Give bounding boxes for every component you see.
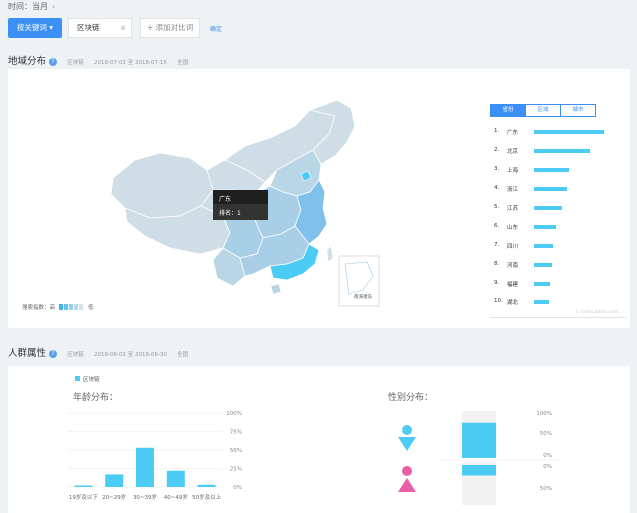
chevron-right-icon: › [52, 2, 56, 11]
legend-swatch [59, 304, 64, 310]
x-tick-label: 50岁及以上 [192, 493, 221, 501]
keyword-mode-button[interactable]: 按关键词 ▾ [8, 18, 62, 38]
legend-high: 高 [49, 305, 56, 311]
bar [74, 485, 93, 487]
legend-swatch [64, 304, 69, 310]
confirm-link[interactable]: 确定 [210, 24, 222, 33]
bar [197, 484, 216, 487]
tab-area[interactable]: 区域 [526, 104, 561, 117]
ranking-bar [534, 244, 553, 248]
gender-chart: 100% 50% 0% 0% 50% [440, 411, 560, 505]
y-tick-label: 0% [233, 485, 242, 491]
age-title: 年龄分布： [73, 393, 119, 403]
caret-down-icon: ▾ [46, 23, 54, 32]
male-bar [462, 422, 496, 458]
ranking-bar [534, 187, 567, 191]
region-header: 地域分布? 区块链 2018-07-01 至 2018-07-15 全国 [8, 53, 188, 67]
bar [105, 474, 124, 487]
series-legend-label: 区块链 [83, 377, 100, 383]
x-tick-label: 20~29岁 [102, 493, 126, 501]
bar [136, 447, 154, 487]
ranking-bar [534, 225, 556, 229]
map-region-hainan [270, 283, 282, 295]
help-icon[interactable]: ? [49, 58, 58, 66]
crowd-header: 人群属性? 区块链 2018-06-01 至 2018-06-30 全国 [8, 345, 188, 359]
watermark: © index.baidu.com [575, 310, 619, 315]
crowd-scope: 全国 [177, 352, 189, 358]
y-tick-label: 25% [230, 467, 242, 473]
x-tick-label: 30~39岁 [133, 493, 157, 501]
tab-province[interactable]: 省份 [490, 104, 526, 117]
add-compare-button[interactable]: + 添加对比词 [140, 18, 200, 38]
x-tick-label: 40~49岁 [164, 493, 188, 501]
tooltip-rank-value: 1 [237, 210, 241, 217]
legend-swatch [75, 376, 80, 381]
time-filter[interactable]: 时间：当月 › [8, 1, 55, 12]
region-date-range: 2018-07-01 至 2018-07-15 [94, 60, 167, 66]
gender-title: 性别分布： [388, 393, 434, 403]
ranking-bar [534, 263, 553, 267]
ranking-bar [534, 149, 590, 153]
ranking-bar [534, 206, 562, 210]
clear-icon[interactable]: ⊗ [120, 19, 126, 37]
legend-swatch [74, 304, 79, 310]
male-tick: 100% [536, 411, 552, 417]
crowd-keyword: 区块链 [67, 352, 84, 358]
region-tabs: 省份 区域 城市 [490, 104, 596, 117]
region-title: 地域分布 [8, 56, 47, 67]
crowd-date-range: 2018-06-01 至 2018-06-30 [94, 352, 167, 358]
time-filter-label: 时间：当月 [8, 2, 48, 11]
map-region-taiwan [326, 245, 334, 263]
tooltip-rank: 排名：1 [213, 204, 268, 220]
y-tick-label: 50% [230, 448, 242, 454]
region-keyword: 区块链 [67, 60, 84, 66]
help-icon[interactable]: ? [49, 350, 58, 358]
female-bar [462, 465, 496, 476]
male-tick: 50% [540, 431, 552, 437]
y-tick-label: 100% [226, 411, 242, 417]
south-sea-label: 南海诸岛 [354, 293, 372, 300]
y-tick-label: 75% [230, 430, 242, 436]
keyword-mode-label: 按关键词 [16, 23, 47, 32]
legend-swatch [79, 304, 84, 310]
keyword-input[interactable]: 区块链 ⊗ [68, 18, 132, 38]
x-tick-label: 19岁及以下 [69, 493, 98, 501]
ranking-bar [534, 300, 550, 304]
bar [166, 470, 185, 487]
region-scope: 全国 [177, 60, 189, 66]
tooltip-province: 广东 [219, 196, 232, 203]
divider [490, 317, 626, 318]
tooltip-rank-label: 排名： [219, 210, 238, 217]
female-tick: 0% [543, 464, 552, 470]
legend-label: 搜索指数： [22, 305, 50, 311]
map-tooltip: 广东 排名：1 [213, 190, 268, 220]
male-tick: 0% [543, 453, 552, 459]
map-legend: 搜索指数： 高 低 [22, 303, 94, 311]
series-legend: 区块链 [75, 375, 100, 383]
age-chart: 100% 75% 50% 25% 0% 19岁及以下 20~29岁 30~39岁 40~49岁 5… [68, 411, 242, 501]
legend-low: 低 [88, 305, 94, 311]
ranking-bar [534, 282, 551, 286]
crowd-title: 人群属性 [8, 348, 47, 359]
female-tick: 50% [540, 486, 552, 492]
keyword-value: 区块链 [77, 23, 100, 32]
ranking-bar [534, 130, 604, 134]
legend-swatch [69, 304, 74, 310]
ranking-bar [534, 168, 569, 172]
tab-city[interactable]: 城市 [561, 104, 596, 117]
